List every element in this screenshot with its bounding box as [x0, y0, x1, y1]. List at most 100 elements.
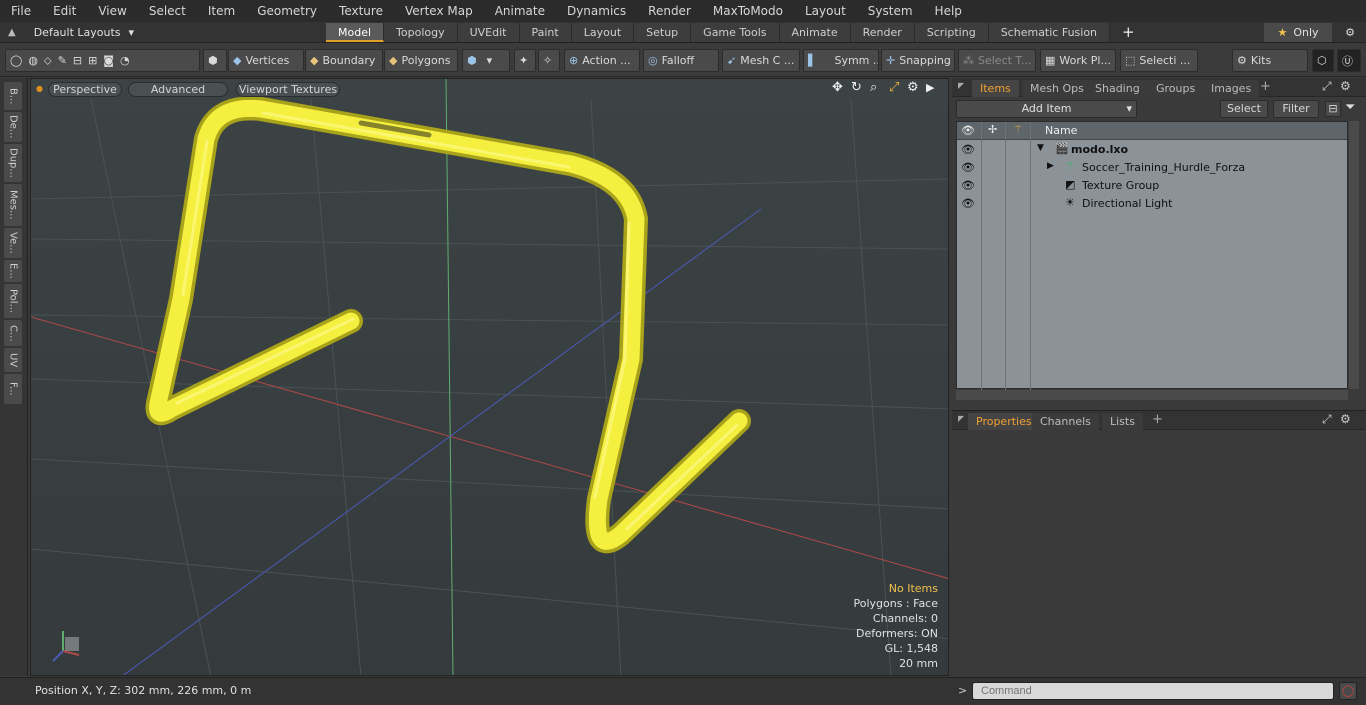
expand-arrow-icon[interactable]: ▶ — [926, 81, 934, 94]
tab-items[interactable]: Items — [972, 80, 1019, 97]
menu-texture[interactable]: Texture — [328, 0, 394, 22]
tab-animate[interactable]: Animate — [779, 23, 851, 42]
unreal-icon[interactable]: Ⓤ — [1337, 49, 1361, 72]
action-center-button[interactable]: ⊕ Action ... — [564, 49, 640, 72]
globe-icon[interactable]: ◍ — [28, 54, 38, 67]
tab-setup[interactable]: Setup — [634, 23, 692, 42]
menu-system[interactable]: System — [857, 0, 924, 22]
tree-row-scene[interactable]: 👁 ▼ 🎬 modo.lxo — [957, 141, 1347, 159]
menu-render[interactable]: Render — [637, 0, 702, 22]
viewport-menu-icon[interactable]: ● — [36, 84, 43, 93]
eye-icon[interactable]: 👁 — [961, 197, 975, 211]
rotate-view-icon[interactable]: ↻ — [851, 80, 862, 95]
snapping-button[interactable]: ✛ Snapping — [881, 49, 955, 72]
tab-render[interactable]: Render — [850, 23, 915, 42]
center-icon[interactable]: ⊞ — [88, 54, 97, 67]
menu-edit[interactable]: Edit — [42, 0, 87, 22]
clock-icon[interactable]: ◔ — [120, 54, 130, 67]
eye-icon[interactable]: 👁 — [961, 179, 975, 193]
advanced-button[interactable]: Advanced — [128, 82, 228, 97]
vertices-button[interactable]: ◆ Vertices — [228, 49, 304, 72]
left-tab-fusion[interactable]: F... — [4, 374, 22, 404]
panel-gear-icon[interactable]: ⚙ — [1340, 79, 1351, 93]
tab-groups[interactable]: Groups — [1148, 80, 1204, 97]
tab-schematic-fusion[interactable]: Schematic Fusion — [988, 23, 1111, 42]
tab-paint[interactable]: Paint — [519, 23, 572, 42]
select-through-button[interactable]: ⁂ Select T... — [958, 49, 1036, 72]
expand-arrow-icon[interactable]: ▶ — [1047, 161, 1054, 171]
menu-vertex-map[interactable]: Vertex Map — [394, 0, 484, 22]
snap-icon[interactable]: ✧ — [538, 49, 560, 72]
tree-vertical-scrollbar[interactable] — [1349, 121, 1359, 389]
panel-menu-icon[interactable]: ◤ — [958, 414, 964, 423]
viewport-textures-button[interactable]: Viewport Textures — [236, 82, 340, 97]
select-button[interactable]: Select — [1220, 100, 1268, 118]
collapse-icon[interactable]: ⊟ — [1325, 101, 1341, 117]
maximize-view-icon[interactable]: ⤢ — [889, 80, 899, 95]
menu-select[interactable]: Select — [138, 0, 197, 22]
symmetry-icon[interactable]: ✦ — [514, 49, 536, 72]
lasso-icon[interactable]: ⬦ — [44, 54, 52, 68]
tab-mesh-ops[interactable]: Mesh Ops — [1022, 80, 1092, 97]
mesh-constraint-button[interactable]: ➹ Mesh C ... — [722, 49, 800, 72]
frame-icon[interactable]: ◙ — [103, 54, 114, 67]
panel-menu-icon[interactable]: ◤ — [958, 81, 964, 90]
polygons-button[interactable]: ◆ Polygons — [384, 49, 458, 72]
tree-row-texture-group[interactable]: 👁 ◩ Texture Group — [957, 177, 1347, 195]
tab-lists[interactable]: Lists — [1102, 413, 1143, 430]
tab-properties[interactable]: Properties — [968, 413, 1040, 430]
tab-channels[interactable]: Channels — [1032, 413, 1099, 430]
filter-button[interactable]: Filter — [1273, 100, 1319, 118]
left-tab-basic[interactable]: B... — [4, 82, 22, 110]
expand-arrow-icon[interactable]: ▼ — [1037, 143, 1044, 153]
tab-layout[interactable]: Layout — [571, 23, 635, 42]
eye-icon[interactable]: 👁 — [961, 161, 975, 175]
left-tab-uv[interactable]: UV — [4, 348, 22, 372]
panel-gear-icon[interactable]: ⚙ — [1340, 412, 1351, 426]
menu-help[interactable]: Help — [924, 0, 973, 22]
tab-topology[interactable]: Topology — [384, 23, 458, 42]
tab-images[interactable]: Images — [1203, 80, 1260, 97]
up-arrow-icon[interactable]: ▲ — [8, 27, 16, 38]
expand-panel-icon[interactable]: ⤢ — [1322, 412, 1332, 427]
add-item-dropdown[interactable]: Add Item ▾ — [956, 100, 1137, 118]
selection-sets-button[interactable]: ⬚ Selecti ... — [1120, 49, 1198, 72]
tab-scripting[interactable]: Scripting — [914, 23, 989, 42]
tree-horizontal-scrollbar[interactable] — [956, 390, 1348, 400]
left-tab-vertex[interactable]: Ve... — [4, 228, 22, 258]
tree-row-directional-light[interactable]: 👁 ☀ Directional Light — [957, 195, 1347, 213]
symmetry-button[interactable]: ▌ Symm ... — [803, 49, 879, 72]
menu-view[interactable]: View — [87, 0, 137, 22]
tab-uvedit[interactable]: UVEdit — [457, 23, 520, 42]
kits-button[interactable]: ⚙ Kits — [1232, 49, 1308, 72]
left-tab-edge[interactable]: E... — [4, 260, 22, 282]
zoom-view-icon[interactable]: ⌕ — [870, 80, 877, 95]
only-button[interactable]: ★ Only — [1264, 23, 1332, 42]
paint-select-icon[interactable]: ✎ — [58, 54, 67, 67]
menu-maxtomodo[interactable]: MaxToModo — [702, 0, 794, 22]
tab-game-tools[interactable]: Game Tools — [691, 23, 780, 42]
add-tab-button[interactable]: + — [1110, 23, 1147, 42]
menu-dynamics[interactable]: Dynamics — [556, 0, 637, 22]
record-icon[interactable]: ◯ — [1339, 682, 1357, 700]
add-panel-tab-icon[interactable]: + — [1260, 79, 1271, 94]
left-tab-curve[interactable]: C... — [4, 320, 22, 346]
move-view-icon[interactable]: ✥ — [832, 80, 843, 95]
left-tab-deform[interactable]: De... — [4, 112, 22, 142]
circle-select-icon[interactable]: ◯ — [10, 54, 22, 67]
work-plane-button[interactable]: ▦ Work Pl... — [1040, 49, 1116, 72]
gear-icon[interactable]: ⚙ — [1338, 23, 1362, 42]
left-tab-polygon[interactable]: Pol... — [4, 284, 22, 318]
left-tab-mesh-edit[interactable]: Mes... — [4, 184, 22, 226]
unity-icon[interactable]: ⬡ — [1312, 49, 1334, 72]
eye-icon[interactable]: 👁 — [961, 143, 975, 157]
menu-geometry[interactable]: Geometry — [246, 0, 328, 22]
menu-file[interactable]: File — [0, 0, 42, 22]
filter-funnel-icon[interactable]: ⏷ — [1345, 100, 1355, 115]
boundary-button[interactable]: ◆ Boundary — [305, 49, 383, 72]
layout-selector[interactable]: ▲ Default Layouts ▾ — [8, 22, 134, 43]
tree-row-mesh[interactable]: 👁 ▶ ⚚ Soccer_Training_Hurdle_Forza — [957, 159, 1347, 177]
tab-shading[interactable]: Shading — [1087, 80, 1148, 97]
3d-viewport[interactable]: ● Perspective Advanced Viewport Textures… — [30, 78, 949, 676]
menu-animate[interactable]: Animate — [484, 0, 556, 22]
